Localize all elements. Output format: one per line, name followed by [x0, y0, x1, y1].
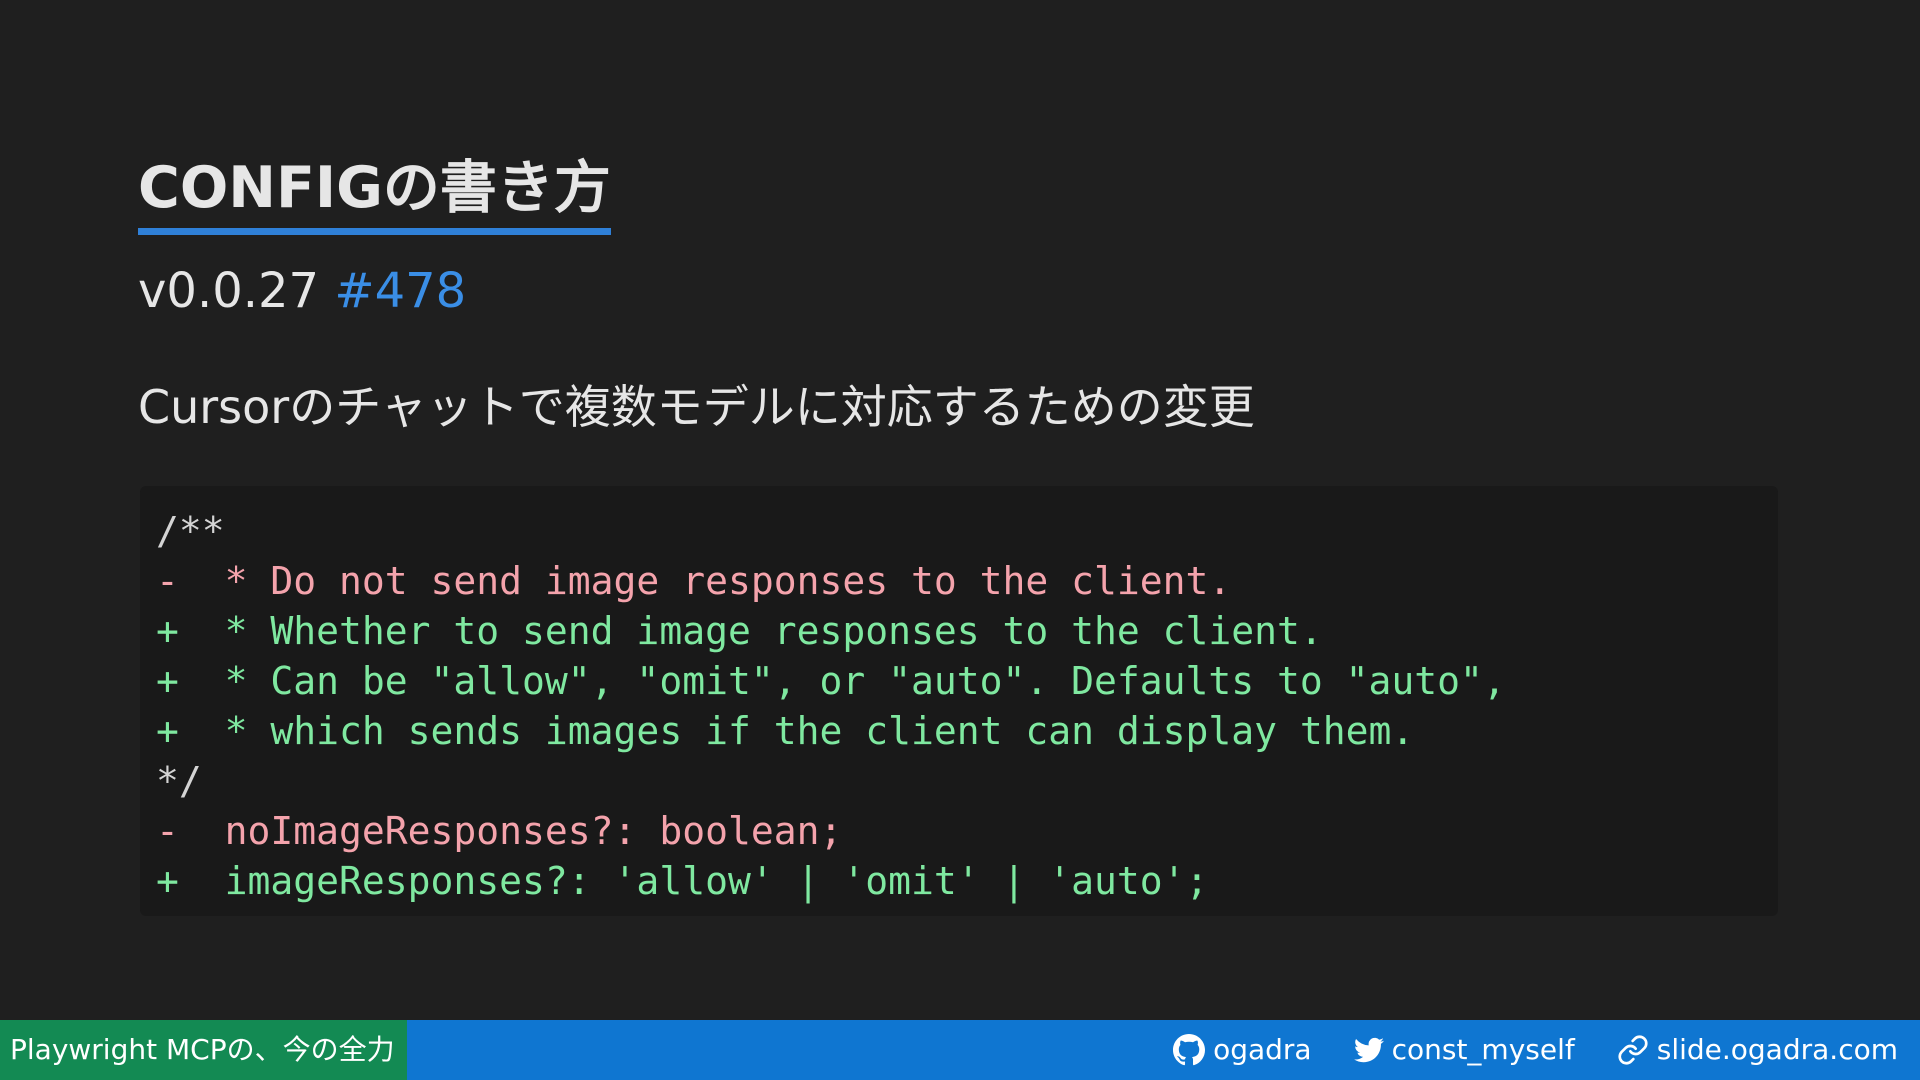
slide-title: CONFIGの書き方 — [138, 152, 611, 236]
code-line: */ — [156, 759, 202, 803]
twitter-link[interactable]: const_myself — [1353, 1020, 1575, 1080]
github-handle: ogadra — [1213, 1033, 1312, 1066]
footer-links: ogadra const_myself slide.ogadra.com — [1173, 1020, 1898, 1080]
slide: CONFIGの書き方 v0.0.27 #478 Cursorのチャットで複数モデ… — [0, 0, 1920, 1020]
pr-link[interactable]: #478 — [334, 263, 466, 319]
code-diff-block: /** - * Do not send image responses to t… — [140, 486, 1778, 916]
code-line: + * Whether to send image responses to t… — [156, 609, 1323, 653]
github-link[interactable]: ogadra — [1173, 1020, 1312, 1080]
version-text: v0.0.27 — [138, 263, 320, 319]
slide-description: Cursorのチャットで複数モデルに対応するための変更 — [138, 380, 1255, 434]
code-line: + imageResponses?: 'allow' | 'omit' | 'a… — [156, 859, 1209, 903]
code-line: + * which sends images if the client can… — [156, 709, 1415, 753]
code-line: - * Do not send image responses to the c… — [156, 559, 1232, 603]
version-line: v0.0.27 #478 — [138, 262, 466, 320]
site-url: slide.ogadra.com — [1656, 1033, 1898, 1066]
github-icon — [1173, 1034, 1206, 1066]
twitter-handle: const_myself — [1391, 1033, 1575, 1066]
footer-bar: Playwright MCPの、今の全力 ogadra const_myself — [0, 1020, 1920, 1080]
code-line: /** — [156, 509, 225, 553]
twitter-icon — [1353, 1035, 1384, 1065]
deck-title: Playwright MCPの、今の全力 — [0, 1020, 407, 1080]
code-line: - noImageResponses?: boolean; — [156, 809, 843, 853]
code-line: + * Can be "allow", "omit", or "auto". D… — [156, 659, 1506, 703]
site-link[interactable]: slide.ogadra.com — [1617, 1020, 1898, 1080]
link-icon — [1617, 1034, 1649, 1066]
